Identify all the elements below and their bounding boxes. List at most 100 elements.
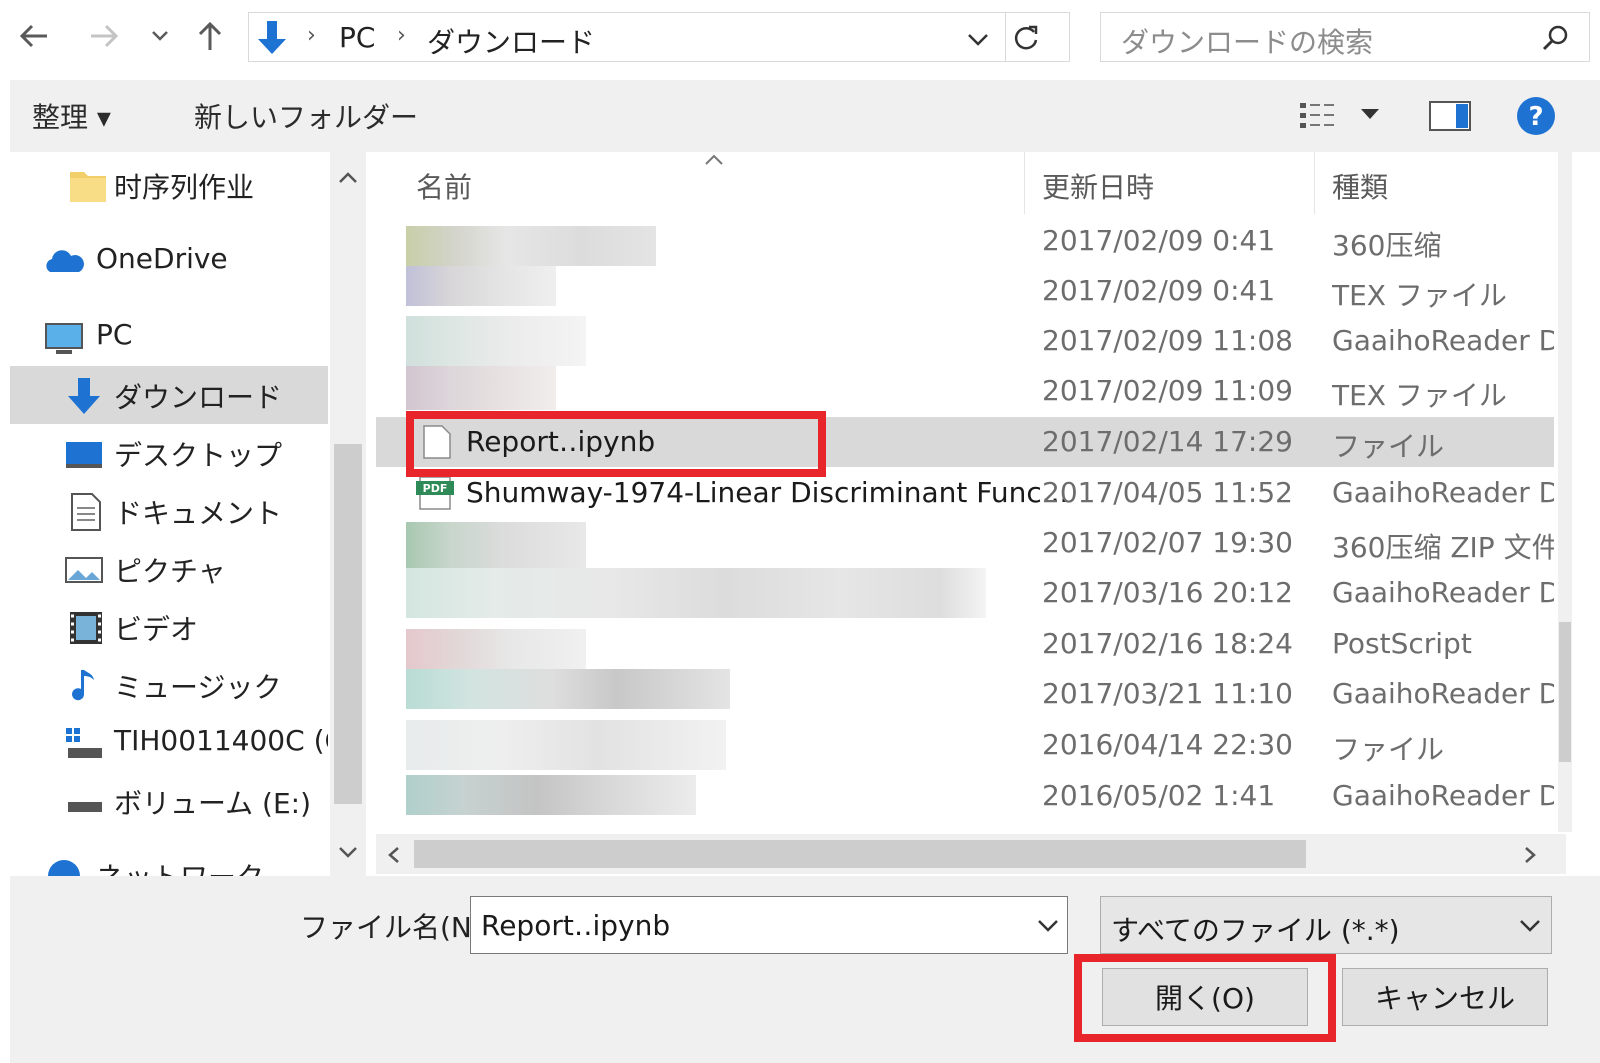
- blurred-filename: [406, 522, 586, 568]
- breadcrumb-pc[interactable]: PC: [339, 21, 375, 54]
- nav-item-onedrive[interactable]: OneDrive: [10, 232, 328, 290]
- file-date: 2016/05/02 1:41: [1042, 779, 1276, 812]
- download-arrow-icon: [68, 378, 100, 414]
- video-icon: [70, 612, 102, 644]
- column-separator[interactable]: [1314, 152, 1315, 214]
- open-button[interactable]: 開く(O): [1102, 968, 1308, 1026]
- horizontal-scrollbar[interactable]: [376, 834, 1566, 874]
- nav-item-drive-c[interactable]: TIH0011400C (C:): [10, 714, 328, 772]
- nav-label: ネットワーク: [96, 861, 265, 878]
- back-button[interactable]: [14, 14, 54, 58]
- search-input[interactable]: ダウンロードの検索: [1100, 12, 1590, 62]
- table-row-selected[interactable]: Report‥ipynb 2017/02/14 17:29 ファイル: [376, 417, 1554, 467]
- pdf-icon-label: PDF: [423, 482, 448, 495]
- chevron-down-icon[interactable]: [967, 33, 989, 47]
- search-icon[interactable]: [1541, 23, 1571, 53]
- table-row[interactable]: 2017/02/09 0:41 TEX ファイル: [376, 266, 1554, 316]
- refresh-icon[interactable]: [1011, 23, 1041, 53]
- nav-label: TIH0011400C (C:): [114, 724, 328, 757]
- blurred-filename: [406, 720, 726, 770]
- address-bar[interactable]: › PC › ダウンロード: [248, 12, 1070, 62]
- file-type: 360压缩: [1332, 229, 1442, 262]
- help-icon[interactable]: ?: [1514, 94, 1558, 138]
- table-row[interactable]: 2017/02/09 11:09 TEX ファイル: [376, 366, 1554, 416]
- file-date: 2017/02/09 11:08: [1042, 324, 1293, 357]
- filename-value: Report‥ipynb: [481, 909, 671, 942]
- nav-label: ビデオ: [114, 613, 199, 646]
- file-type: GaaihoReader Do: [1332, 476, 1554, 509]
- file-type-filter-value: すべてのファイル (*.*): [1111, 914, 1400, 947]
- file-type-filter-select[interactable]: すべてのファイル (*.*): [1100, 896, 1552, 954]
- blurred-filename: [406, 669, 730, 709]
- nav-item-desktop[interactable]: デスクトップ: [10, 424, 328, 482]
- file-list-scrollbar[interactable]: [1558, 152, 1572, 832]
- nav-item-pictures[interactable]: ピクチャ: [10, 540, 328, 598]
- blurred-filename: [406, 266, 556, 306]
- blurred-filename: [406, 775, 696, 815]
- chevron-down-icon[interactable]: [1037, 919, 1059, 933]
- column-header-date[interactable]: 更新日時: [1042, 166, 1154, 206]
- nav-label: デスクトップ: [114, 439, 283, 472]
- column-separator[interactable]: [1024, 152, 1025, 214]
- column-header-name[interactable]: 名前: [416, 166, 472, 206]
- chevron-right-icon[interactable]: [1524, 846, 1538, 864]
- cancel-button[interactable]: キャンセル: [1342, 968, 1548, 1026]
- column-header-type[interactable]: 種類: [1332, 166, 1388, 206]
- computer-icon: [45, 323, 83, 354]
- arrow-right-icon: [91, 24, 119, 48]
- file-icon: [423, 425, 451, 459]
- filename-input[interactable]: Report‥ipynb: [470, 896, 1068, 954]
- table-row[interactable]: 2017/03/21 11:10 GaaihoReader Do: [376, 669, 1554, 719]
- blurred-filename: [406, 226, 656, 266]
- pdf-file-icon: PDF: [416, 476, 454, 510]
- up-button[interactable]: [190, 14, 230, 58]
- blurred-filename: [406, 366, 556, 410]
- scrollbar-thumb[interactable]: [414, 840, 1306, 868]
- document-icon: [71, 493, 101, 531]
- table-row[interactable]: 2016/05/02 1:41 GaaihoReader Do: [376, 771, 1554, 821]
- recent-locations-button[interactable]: [142, 14, 178, 58]
- drive-c-icon: [66, 728, 102, 758]
- table-row[interactable]: 2016/04/14 22:30 ファイル: [376, 720, 1554, 770]
- nav-item-downloads[interactable]: ダウンロード: [10, 366, 328, 424]
- preview-pane-icon[interactable]: [1428, 98, 1472, 134]
- table-row[interactable]: PDF Shumway-1974-Linear Discriminant Fun…: [376, 468, 1554, 518]
- file-name: Report‥ipynb: [466, 425, 656, 458]
- nav-item-network[interactable]: ネットワーク: [10, 846, 328, 878]
- file-date: 2017/03/16 20:12: [1042, 576, 1293, 609]
- table-row[interactable]: 2017/02/16 18:24 PostScript: [376, 619, 1554, 669]
- new-folder-button[interactable]: 新しいフォルダー: [194, 96, 418, 136]
- chevron-up-icon[interactable]: [338, 170, 358, 184]
- nav-item-videos[interactable]: ビデオ: [10, 598, 328, 656]
- table-row[interactable]: 2017/03/16 20:12 GaaihoReader Do: [376, 568, 1554, 618]
- search-placeholder: ダウンロードの検索: [1121, 26, 1374, 59]
- nav-item-folder[interactable]: 时序列作业: [10, 156, 328, 214]
- table-row[interactable]: 2017/02/09 11:08 GaaihoReader Do: [376, 316, 1554, 366]
- view-options-icon[interactable]: [1298, 100, 1338, 132]
- file-list-header: 名前 更新日時 種類: [376, 152, 1566, 216]
- chevron-left-icon[interactable]: [386, 846, 400, 864]
- table-row[interactable]: 2017/02/07 19:30 360压缩 ZIP 文件: [376, 518, 1554, 568]
- nav-pane-scrollbar[interactable]: [330, 152, 366, 878]
- nav-item-drive-e[interactable]: ボリューム (E:): [10, 772, 328, 830]
- nav-item-pc[interactable]: PC: [10, 308, 328, 366]
- file-type: GaaihoReader Do: [1332, 677, 1554, 710]
- scrollbar-thumb[interactable]: [1559, 622, 1571, 762]
- nav-item-documents[interactable]: ドキュメント: [10, 482, 328, 540]
- forward-button[interactable]: [84, 14, 124, 58]
- chevron-down-icon[interactable]: [1519, 919, 1541, 933]
- chevron-down-icon[interactable]: [338, 846, 358, 860]
- breadcrumb-downloads[interactable]: ダウンロード: [427, 21, 595, 61]
- file-date: 2017/02/09 0:41: [1042, 274, 1276, 307]
- table-row[interactable]: 2017/02/09 0:41 360压缩: [376, 216, 1554, 266]
- file-type: ファイル: [1332, 430, 1445, 463]
- file-name: Shumway-1974-Linear Discriminant Func...: [466, 476, 1069, 509]
- organize-button[interactable]: 整理 ▾: [32, 96, 111, 136]
- scrollbar-thumb[interactable]: [334, 444, 362, 804]
- nav-label: ピクチャ: [114, 555, 226, 588]
- chevron-down-icon[interactable]: [1360, 108, 1380, 120]
- file-type: ファイル: [1332, 733, 1445, 766]
- blurred-filename: [406, 568, 986, 618]
- svg-text:?: ?: [1528, 102, 1543, 132]
- nav-item-music[interactable]: ミュージック: [10, 656, 328, 714]
